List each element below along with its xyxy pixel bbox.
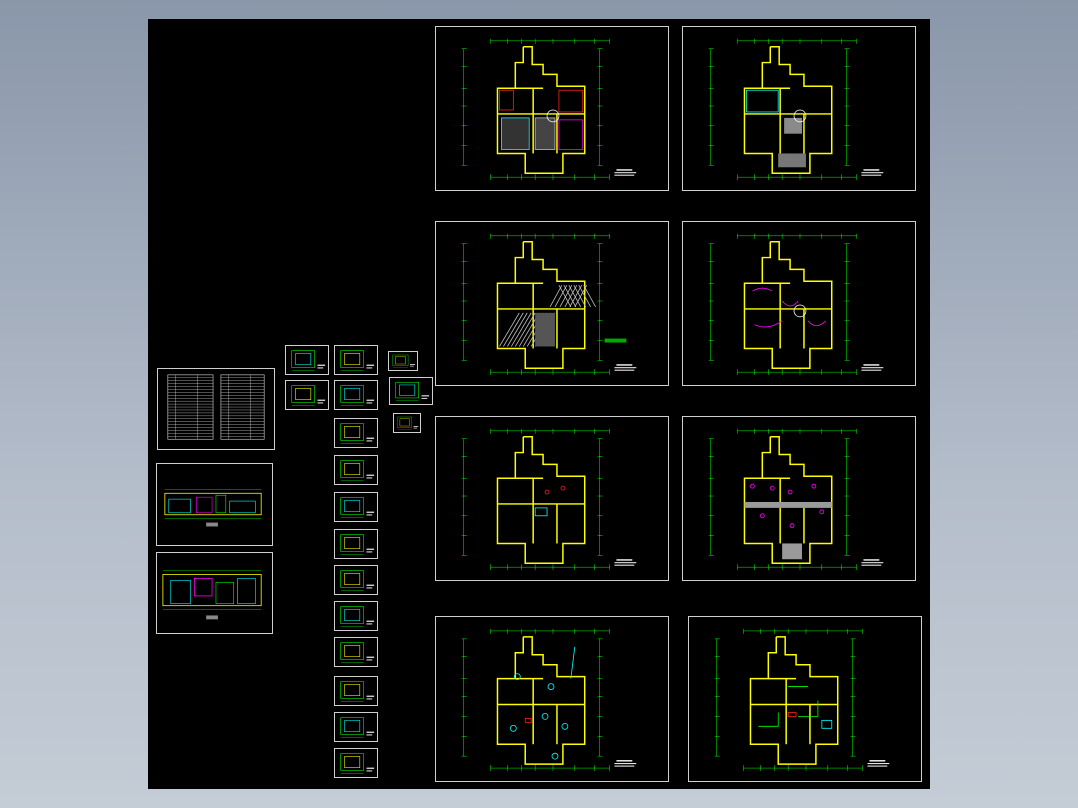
detail-drawing <box>291 350 326 371</box>
socket-floor-plan <box>461 628 637 772</box>
detail-drawing-thumbnail[interactable] <box>388 351 418 371</box>
drawing-index-table <box>167 374 265 440</box>
detail-drawing-thumbnail[interactable] <box>393 413 421 433</box>
detail-drawing <box>340 350 375 371</box>
plan-sheet-electrical[interactable] <box>682 221 916 386</box>
detail-drawing-thumbnail[interactable] <box>334 637 378 667</box>
detail-drawing-thumbnail[interactable] <box>334 455 378 485</box>
detail-drawing-thumbnail[interactable] <box>334 565 378 595</box>
ceiling-floor-plan <box>708 38 884 181</box>
plan-sheet-ceiling[interactable] <box>682 26 916 191</box>
detail-drawing <box>340 534 375 555</box>
detail-drawing <box>340 681 375 702</box>
drawing-canvas[interactable] <box>148 19 930 789</box>
detail-drawing-thumbnail[interactable] <box>389 377 433 405</box>
plan-sheet-flooring[interactable] <box>435 221 669 386</box>
detail-drawing <box>340 570 375 591</box>
furniture-floor-plan <box>461 38 637 181</box>
flooring-floor-plan <box>461 233 637 376</box>
detail-drawing-thumbnail[interactable] <box>334 345 378 375</box>
detail-drawing-thumbnail[interactable] <box>334 748 378 778</box>
detail-drawing-thumbnail[interactable] <box>334 418 378 448</box>
drawing-index-sheet[interactable] <box>157 368 275 450</box>
bedroom-elevation-sheet[interactable] <box>156 552 273 634</box>
detail-drawing <box>340 717 375 738</box>
plumbing-floor-plan <box>714 628 890 772</box>
elevation-drawing-1 <box>164 489 262 527</box>
detail-drawing <box>291 385 326 406</box>
detail-drawing <box>340 460 375 481</box>
detail-drawing <box>392 354 416 368</box>
detail-drawing-thumbnail[interactable] <box>334 601 378 631</box>
detail-drawing <box>340 385 375 406</box>
detail-drawing-thumbnail[interactable] <box>334 712 378 742</box>
electrical-floor-plan <box>708 233 884 376</box>
elevation-drawing-2 <box>162 570 262 620</box>
lighting-floor-plan <box>708 428 884 571</box>
detail-drawing <box>340 606 375 627</box>
detail-drawing <box>395 382 430 401</box>
plan-sheet-furniture-layout[interactable] <box>435 26 669 191</box>
detail-drawing-thumbnail[interactable] <box>334 380 378 410</box>
detail-drawing <box>340 753 375 774</box>
detail-drawing-thumbnail[interactable] <box>334 492 378 522</box>
detail-drawing <box>340 497 375 518</box>
detail-drawing <box>397 416 419 430</box>
detail-drawing-thumbnail[interactable] <box>334 529 378 559</box>
detail-drawing-thumbnail[interactable] <box>285 345 329 375</box>
plan-sheet-wall-layout[interactable] <box>435 416 669 581</box>
plan-sheet-lighting[interactable] <box>682 416 916 581</box>
living-room-elevation-sheet[interactable] <box>156 463 273 546</box>
plan-sheet-plumbing[interactable] <box>688 616 922 782</box>
plan-sheet-sockets[interactable] <box>435 616 669 782</box>
wall-layout-floor-plan <box>461 428 637 571</box>
detail-drawing <box>340 642 375 663</box>
detail-drawing <box>340 423 375 444</box>
detail-drawing-thumbnail[interactable] <box>285 380 329 410</box>
detail-drawing-thumbnail[interactable] <box>334 676 378 706</box>
